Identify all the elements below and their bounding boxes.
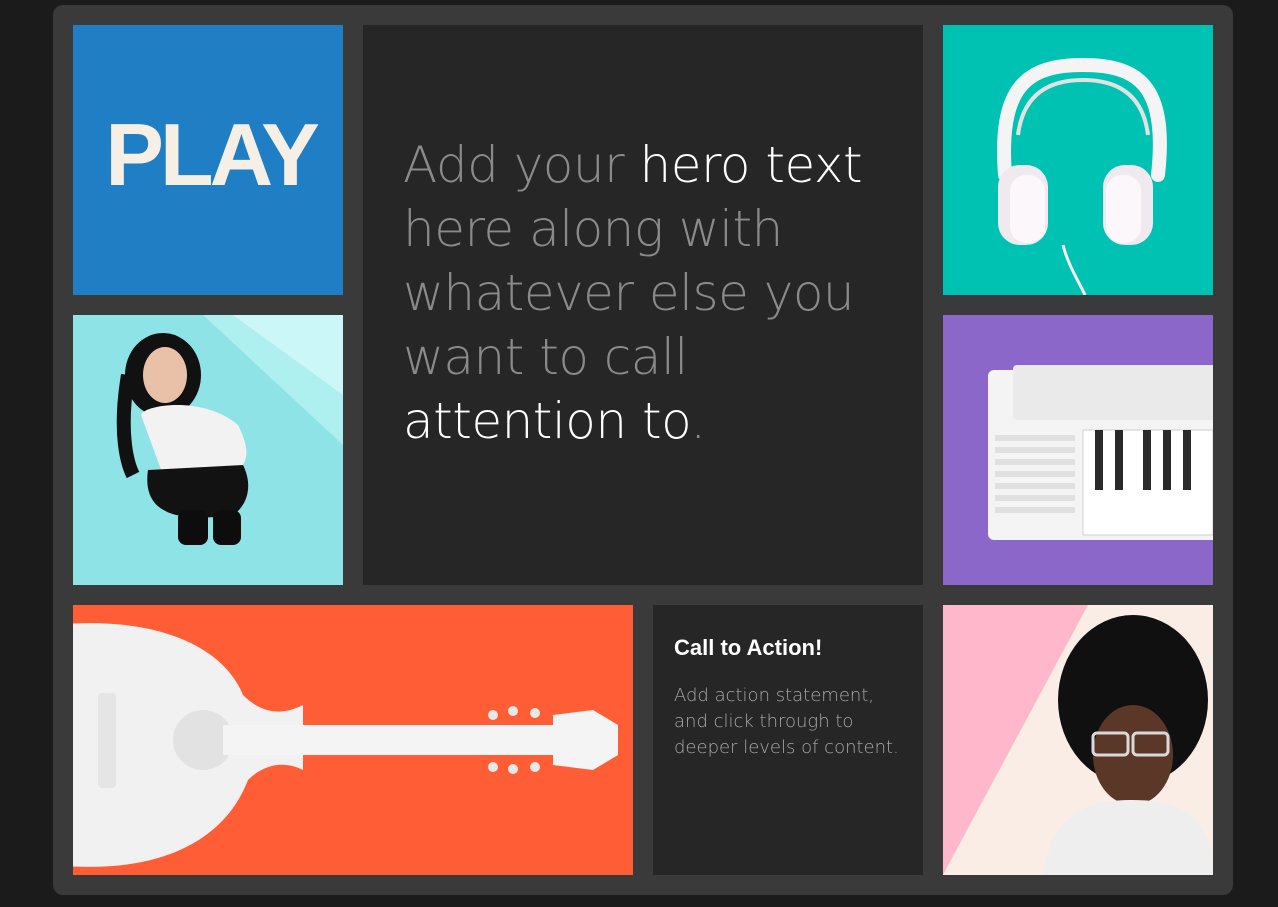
guitar-image	[73, 623, 618, 867]
cta-title[interactable]: Call to Action!	[674, 635, 914, 661]
headphones-image	[997, 57, 1167, 295]
woman-portrait-image-tile[interactable]	[73, 315, 343, 585]
hero-line4: want to call	[403, 328, 688, 386]
hero-line1-dim: Add your	[403, 136, 640, 194]
headphones-image-tile[interactable]	[943, 25, 1213, 295]
call-to-action-tile[interactable]: Call to Action! Add action statement, an…	[653, 605, 923, 875]
hero-line5-highlight: attention to	[403, 392, 691, 450]
woman-portrait-image	[116, 315, 343, 545]
guitar-image-tile[interactable]	[73, 605, 633, 875]
hero-line2: here along with	[403, 200, 783, 258]
play-logo: PLAY	[105, 105, 320, 204]
man-portrait-image	[943, 605, 1213, 875]
hero-tile: Add your hero text here along with whate…	[363, 25, 923, 585]
hero-line1-highlight: hero text	[639, 136, 863, 194]
hero-line5-dim: .	[690, 392, 706, 450]
keyboard-image	[988, 365, 1213, 540]
play-logo-tile[interactable]: PLAY	[73, 25, 343, 295]
keyboard-image-tile[interactable]	[943, 315, 1213, 585]
hero-text: Add your hero text here along with whate…	[403, 133, 903, 453]
hero-line3: whatever else you	[403, 264, 855, 322]
cta-body: Add action statement, and click through …	[674, 685, 899, 758]
man-portrait-image-tile[interactable]	[943, 605, 1213, 875]
